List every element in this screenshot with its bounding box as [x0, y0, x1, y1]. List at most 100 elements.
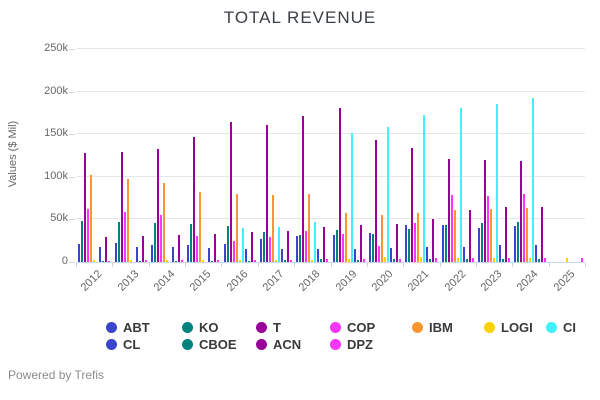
bar-ACN-2023[interactable]	[505, 207, 508, 262]
bar-COP-2020[interactable]	[378, 246, 381, 262]
bar-CL-2018[interactable]	[317, 249, 320, 262]
bar-T-2016[interactable]	[229, 122, 232, 262]
bar-DPZ-2025[interactable]	[580, 258, 583, 262]
bar-ABT-2024[interactable]	[514, 226, 517, 262]
bar-ABT-2016[interactable]	[223, 244, 226, 262]
bar-KO-2014[interactable]	[153, 223, 156, 262]
bar-ABT-2017[interactable]	[259, 239, 262, 262]
bar-DPZ-2017[interactable]	[289, 260, 292, 262]
bar-COP-2012[interactable]	[87, 209, 90, 262]
bar-CL-2012[interactable]	[99, 247, 102, 262]
bar-DPZ-2014[interactable]	[180, 260, 183, 262]
bar-ACN-2017[interactable]	[286, 231, 289, 262]
bar-KO-2017[interactable]	[262, 232, 265, 262]
legend-item-ABT[interactable]: ABT	[106, 319, 182, 336]
bar-KO-2022[interactable]	[444, 225, 447, 262]
bar-CL-2023[interactable]	[499, 245, 502, 262]
bar-CI-2022[interactable]	[459, 108, 462, 262]
bar-T-2014[interactable]	[156, 149, 159, 262]
bar-IBM-2015[interactable]	[199, 192, 202, 262]
bar-CL-2016[interactable]	[244, 249, 247, 262]
legend-item-KO[interactable]: KO	[182, 319, 256, 336]
bar-T-2018[interactable]	[302, 116, 305, 262]
bar-T-2022[interactable]	[447, 159, 450, 262]
bar-ACN-2020[interactable]	[396, 224, 399, 262]
bar-CI-2017[interactable]	[277, 227, 280, 262]
bar-IBM-2022[interactable]	[453, 210, 456, 262]
bar-CI-2020[interactable]	[387, 127, 390, 262]
bar-CL-2017[interactable]	[280, 249, 283, 262]
bar-ACN-2016[interactable]	[250, 232, 253, 262]
bar-DPZ-2018[interactable]	[326, 259, 329, 262]
bar-CI-2016[interactable]	[241, 228, 244, 262]
bar-CBOE-2012[interactable]	[102, 261, 105, 262]
bar-T-2012[interactable]	[84, 153, 87, 262]
bar-CI-2023[interactable]	[496, 104, 499, 262]
bar-DPZ-2013[interactable]	[144, 260, 147, 262]
bar-COP-2018[interactable]	[305, 231, 308, 262]
bar-LOGI-2012[interactable]	[93, 260, 96, 262]
bar-KO-2024[interactable]	[517, 222, 520, 262]
bar-CBOE-2019[interactable]	[356, 260, 359, 262]
legend-item-ACN[interactable]: ACN	[256, 336, 330, 353]
bar-DPZ-2019[interactable]	[362, 259, 365, 262]
bar-LOGI-2020[interactable]	[384, 257, 387, 262]
bar-ACN-2024[interactable]	[541, 207, 544, 262]
bar-T-2017[interactable]	[265, 125, 268, 262]
bar-COP-2023[interactable]	[487, 196, 490, 262]
bar-COP-2019[interactable]	[341, 234, 344, 262]
bar-IBM-2021[interactable]	[417, 213, 420, 262]
bar-ABT-2018[interactable]	[296, 236, 299, 262]
bar-ABT-2023[interactable]	[478, 228, 481, 262]
bar-CL-2024[interactable]	[535, 245, 538, 262]
bar-CBOE-2020[interactable]	[393, 259, 396, 262]
bar-DPZ-2020[interactable]	[399, 259, 402, 262]
bar-DPZ-2012[interactable]	[108, 261, 111, 262]
bar-ACN-2019[interactable]	[359, 225, 362, 262]
bar-IBM-2012[interactable]	[90, 175, 93, 262]
powered-by-trefis-link[interactable]: Powered by Trefis	[8, 368, 104, 382]
bar-CI-2018[interactable]	[314, 222, 317, 262]
bar-IBM-2019[interactable]	[344, 213, 347, 262]
bar-LOGI-2023[interactable]	[493, 258, 496, 262]
bar-T-2023[interactable]	[484, 160, 487, 262]
bar-ACN-2018[interactable]	[323, 227, 326, 262]
bar-LOGI-2015[interactable]	[202, 260, 205, 262]
bar-ABT-2022[interactable]	[441, 225, 444, 262]
legend-item-T[interactable]: T	[256, 319, 330, 336]
bar-CBOE-2018[interactable]	[320, 259, 323, 262]
bar-ABT-2013[interactable]	[114, 243, 117, 262]
bar-T-2015[interactable]	[193, 137, 196, 262]
bar-DPZ-2023[interactable]	[508, 258, 511, 262]
bar-CBOE-2022[interactable]	[465, 259, 468, 262]
legend-item-CI[interactable]: CI	[546, 319, 592, 336]
bar-CL-2021[interactable]	[426, 247, 429, 262]
bar-IBM-2016[interactable]	[235, 194, 238, 262]
bar-LOGI-2013[interactable]	[129, 260, 132, 262]
bar-CL-2013[interactable]	[135, 247, 138, 262]
bar-DPZ-2016[interactable]	[253, 260, 256, 262]
bar-T-2020[interactable]	[375, 140, 378, 262]
bar-ACN-2015[interactable]	[214, 234, 217, 262]
bar-COP-2015[interactable]	[196, 236, 199, 262]
bar-ACN-2014[interactable]	[177, 235, 180, 262]
bar-KO-2012[interactable]	[81, 221, 84, 262]
bar-CBOE-2024[interactable]	[538, 259, 541, 262]
bar-CI-2019[interactable]	[350, 133, 353, 262]
bar-COP-2022[interactable]	[450, 195, 453, 262]
bar-COP-2021[interactable]	[414, 223, 417, 262]
legend-item-DPZ[interactable]: DPZ	[330, 336, 412, 353]
bar-IBM-2013[interactable]	[126, 179, 129, 262]
bar-CBOE-2016[interactable]	[247, 261, 250, 262]
bar-CBOE-2023[interactable]	[502, 259, 505, 262]
bar-DPZ-2015[interactable]	[217, 260, 220, 262]
bar-KO-2023[interactable]	[481, 223, 484, 262]
bar-LOGI-2024[interactable]	[529, 258, 532, 262]
bar-ABT-2014[interactable]	[150, 245, 153, 262]
bar-IBM-2014[interactable]	[162, 183, 165, 262]
bar-LOGI-2016[interactable]	[238, 260, 241, 262]
bar-ACN-2013[interactable]	[141, 236, 144, 262]
legend-item-LOGI[interactable]: LOGI	[484, 319, 546, 336]
legend-item-CL[interactable]: CL	[106, 336, 182, 353]
bar-KO-2015[interactable]	[190, 224, 193, 262]
